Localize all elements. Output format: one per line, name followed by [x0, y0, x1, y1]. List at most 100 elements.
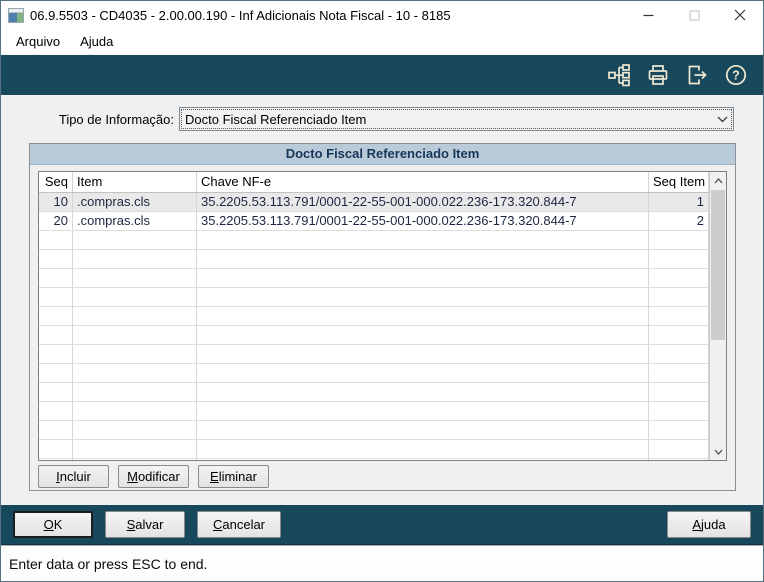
table-cell[interactable] — [73, 402, 197, 420]
table-cell[interactable]: 2 — [649, 212, 709, 230]
table-cell[interactable] — [197, 402, 649, 420]
scroll-down-button[interactable] — [710, 443, 726, 460]
ajuda-button[interactable]: Ajuda — [667, 511, 751, 538]
tipo-informacao-select[interactable]: Docto Fiscal Referenciado Item — [179, 107, 734, 131]
table-cell[interactable] — [197, 231, 649, 249]
table-cell[interactable] — [73, 383, 197, 401]
eliminar-button[interactable]: Eliminar — [198, 465, 269, 488]
table-cell[interactable]: 35.2205.53.113.791/0001-22-55-001-000.02… — [197, 193, 649, 211]
table-cell[interactable] — [649, 326, 709, 344]
table-row-empty[interactable] — [39, 364, 709, 383]
table-cell[interactable] — [73, 288, 197, 306]
table-row-empty[interactable] — [39, 383, 709, 402]
table-cell[interactable] — [649, 421, 709, 439]
table-cell[interactable] — [649, 364, 709, 382]
scrollbar-thumb[interactable] — [711, 190, 725, 340]
salvar-button[interactable]: Salvar — [105, 511, 185, 538]
ok-button[interactable]: OK — [13, 511, 93, 538]
table-cell[interactable] — [197, 288, 649, 306]
incluir-button[interactable]: Incluir — [38, 465, 109, 488]
table-row-empty[interactable] — [39, 307, 709, 326]
table-cell[interactable] — [649, 269, 709, 287]
menu-item-arquivo[interactable]: Arquivo — [7, 31, 69, 52]
table-cell[interactable]: 20 — [39, 212, 73, 230]
table-cell[interactable] — [73, 269, 197, 287]
table-cell[interactable] — [73, 459, 197, 460]
table-cell[interactable] — [39, 402, 73, 420]
table-row-empty[interactable] — [39, 345, 709, 364]
table-cell[interactable] — [39, 459, 73, 460]
table-cell[interactable] — [197, 421, 649, 439]
table-row[interactable]: 10 .compras.cls 35.2205.53.113.791/0001-22… — [39, 193, 709, 212]
table-cell[interactable] — [649, 288, 709, 306]
table-cell[interactable] — [39, 421, 73, 439]
table-cell[interactable] — [73, 307, 197, 325]
menu-item-ajuda[interactable]: Ajuda — [71, 31, 122, 52]
table-row-empty[interactable] — [39, 269, 709, 288]
table-cell[interactable] — [649, 383, 709, 401]
table-cell[interactable] — [649, 402, 709, 420]
column-header-chave[interactable]: Chave NF-e — [197, 172, 649, 192]
table-row-empty[interactable] — [39, 440, 709, 459]
table-cell[interactable] — [649, 307, 709, 325]
table-cell[interactable] — [39, 364, 73, 382]
table-cell[interactable]: .compras.cls — [73, 193, 197, 211]
table-row[interactable]: 20 .compras.cls 35.2205.53.113.791/0001-22… — [39, 212, 709, 231]
table-cell[interactable] — [197, 440, 649, 458]
column-header-seq-item[interactable]: Seq Item — [649, 172, 709, 192]
table-cell[interactable]: 1 — [649, 193, 709, 211]
minimize-button[interactable] — [625, 1, 671, 29]
table-row-empty[interactable] — [39, 250, 709, 269]
table-cell[interactable] — [649, 231, 709, 249]
column-header-item[interactable]: Item — [73, 172, 197, 192]
table-cell[interactable] — [39, 440, 73, 458]
table-cell[interactable] — [39, 250, 73, 268]
table-row-empty[interactable] — [39, 231, 709, 250]
print-button[interactable] — [643, 60, 673, 90]
table-cell[interactable] — [649, 440, 709, 458]
table-cell[interactable]: 10 — [39, 193, 73, 211]
toolbar: ? — [1, 54, 763, 95]
table-cell[interactable] — [649, 459, 709, 460]
table-row-empty[interactable] — [39, 421, 709, 440]
table-cell[interactable] — [73, 345, 197, 363]
table-cell[interactable] — [73, 421, 197, 439]
scroll-up-button[interactable] — [710, 172, 726, 189]
table-cell[interactable] — [39, 307, 73, 325]
exit-button[interactable] — [682, 60, 712, 90]
modificar-button[interactable]: Modificar — [118, 465, 189, 488]
table-cell[interactable] — [197, 250, 649, 268]
table-cell[interactable] — [197, 326, 649, 344]
table-cell[interactable] — [73, 326, 197, 344]
table-cell[interactable] — [73, 231, 197, 249]
table-cell[interactable]: 35.2205.53.113.791/0001-22-55-001-000.02… — [197, 212, 649, 230]
table-cell[interactable] — [197, 459, 649, 460]
table-cell[interactable] — [197, 269, 649, 287]
cancelar-button[interactable]: Cancelar — [197, 511, 281, 538]
table-row-empty[interactable] — [39, 459, 709, 460]
table-cell[interactable] — [39, 269, 73, 287]
table-cell[interactable] — [73, 364, 197, 382]
table-cell[interactable] — [73, 250, 197, 268]
help-button[interactable]: ? — [721, 60, 751, 90]
close-button[interactable] — [717, 1, 763, 29]
table-cell[interactable] — [73, 440, 197, 458]
table-cell[interactable] — [39, 231, 73, 249]
table-cell[interactable] — [197, 345, 649, 363]
table-cell[interactable] — [649, 345, 709, 363]
program-tree-button[interactable] — [604, 60, 634, 90]
table-cell[interactable] — [39, 288, 73, 306]
table-cell[interactable] — [39, 326, 73, 344]
table-cell[interactable] — [197, 307, 649, 325]
table-cell[interactable] — [649, 250, 709, 268]
table-row-empty[interactable] — [39, 402, 709, 421]
column-header-seq[interactable]: Seq — [39, 172, 73, 192]
table-cell[interactable] — [197, 364, 649, 382]
table-row-empty[interactable] — [39, 326, 709, 345]
table-row-empty[interactable] — [39, 288, 709, 307]
table-cell[interactable] — [39, 383, 73, 401]
vertical-scrollbar[interactable] — [709, 172, 726, 460]
table-cell[interactable] — [39, 345, 73, 363]
table-cell[interactable] — [197, 383, 649, 401]
table-cell[interactable]: .compras.cls — [73, 212, 197, 230]
